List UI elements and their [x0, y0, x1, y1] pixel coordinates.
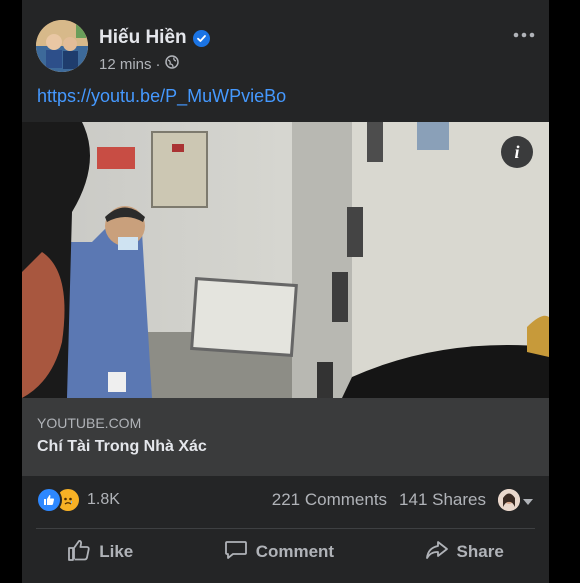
post-link[interactable]: https://youtu.be/P_MuWPvieBo [37, 86, 286, 107]
more-options-icon[interactable] [513, 24, 535, 40]
post-stats: 221 Comments 141 Shares [272, 489, 533, 511]
link-preview[interactable]: YOUTUBE.COM Chí Tài Trong Nhà Xác [22, 398, 549, 476]
share-icon [425, 539, 449, 566]
comment-label: Comment [255, 542, 335, 561]
comments-count[interactable]: 221 Comments [272, 490, 387, 510]
comment-icon [224, 539, 248, 566]
share-label: Share [456, 542, 504, 561]
reaction-count: 1.8K [87, 491, 120, 508]
dropdown-caret-icon [523, 490, 533, 510]
share-button[interactable]: Share [425, 539, 504, 566]
like-button[interactable]: Like [67, 539, 133, 566]
preview-domain: YOUTUBE.COM [37, 415, 142, 431]
viewer-selector[interactable] [498, 489, 533, 511]
globe-icon[interactable] [164, 55, 179, 73]
video-thumbnail[interactable] [22, 122, 549, 398]
like-icon [67, 539, 91, 566]
verified-badge-icon [192, 29, 210, 47]
comment-button[interactable]: Comment [224, 539, 334, 566]
meta-separator: · [155, 55, 161, 73]
shares-count[interactable]: 141 Shares [399, 490, 486, 510]
author-name-row: Hiếu Hiền [99, 27, 210, 49]
post-time[interactable]: 12 mins [99, 56, 152, 73]
like-reaction-icon [36, 487, 62, 513]
info-icon[interactable]: i [501, 136, 533, 168]
action-bar: Like Comment Share [22, 529, 549, 575]
post-meta: 12 mins · [99, 55, 179, 73]
post-card: Hiếu Hiền 12 mins · https://youtu.be/P_M… [22, 0, 549, 583]
author-name[interactable]: Hiếu Hiền [99, 27, 187, 49]
reaction-summary[interactable]: 1.8K [36, 487, 120, 513]
preview-title[interactable]: Chí Tài Trong Nhà Xác [37, 438, 207, 456]
author-avatar[interactable] [36, 20, 88, 72]
viewer-avatar [498, 489, 520, 511]
like-label: Like [99, 542, 134, 561]
